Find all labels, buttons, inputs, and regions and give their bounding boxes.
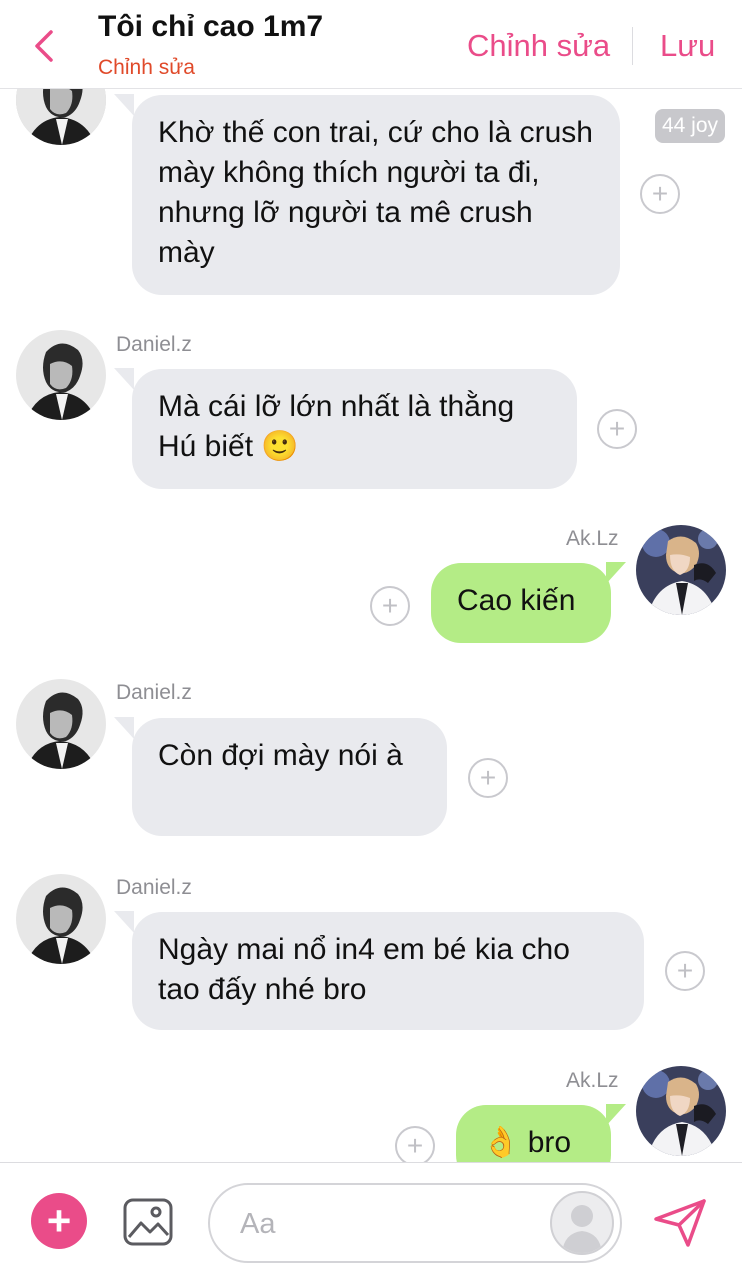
message-text: Ngày mai nổ in4 em bé kia cho tao đấy nh… [158, 933, 570, 1006]
avatar-daniel[interactable] [16, 330, 106, 420]
reaction-badge[interactable]: 44 joy [655, 109, 725, 143]
avatar-aklz[interactable] [636, 1066, 726, 1156]
bubble-tail [606, 562, 626, 584]
sender-name: Daniel.z [116, 681, 192, 704]
chat-header: Tôi chỉ cao 1m7 Chỉnh sửa Chỉnh sửa Lưu [0, 0, 742, 89]
sender-name: Ak.Lz [566, 527, 619, 550]
message-bubble-incoming[interactable]: Khờ thế con trai, cứ cho là crush mày kh… [132, 95, 620, 295]
sender-name: Daniel.z [116, 333, 192, 356]
add-reaction-button[interactable]: + [370, 586, 410, 626]
plus-icon: + [651, 178, 669, 209]
composer-bar: + [0, 1162, 742, 1282]
save-button[interactable]: Lưu [660, 28, 715, 64]
image-icon [123, 1198, 173, 1246]
plus-icon: + [479, 762, 497, 793]
message-text: Mà cái lỡ lớn nhất là thằng Hú biết 🙂 [158, 390, 515, 463]
person-silhouette-icon [562, 1205, 602, 1253]
add-reaction-button[interactable]: + [395, 1126, 435, 1162]
avatar-image [636, 525, 726, 615]
message-list[interactable]: Khờ thế con trai, cứ cho là crush mày kh… [0, 89, 742, 1162]
add-reaction-button[interactable]: + [640, 174, 680, 214]
send-button[interactable] [652, 1197, 708, 1249]
avatar-image [16, 89, 106, 145]
bubble-tail [606, 1104, 626, 1126]
message-text: Khờ thế con trai, cứ cho là crush mày kh… [158, 116, 593, 269]
avatar-aklz[interactable] [636, 525, 726, 615]
header-divider [632, 27, 633, 65]
add-reaction-button[interactable]: + [665, 951, 705, 991]
message-text: Cao kiến [457, 584, 576, 617]
message-bubble-incoming[interactable]: Mà cái lỡ lớn nhất là thằng Hú biết 🙂 [132, 369, 577, 489]
message-text: Còn đợi mày nói à [158, 739, 403, 772]
avatar-daniel[interactable] [16, 679, 106, 769]
avatar-image [16, 330, 106, 420]
plus-icon: + [676, 955, 694, 986]
avatar-daniel[interactable] [16, 89, 106, 145]
plus-icon: + [46, 1197, 72, 1244]
avatar-daniel[interactable] [16, 874, 106, 964]
message-input[interactable] [238, 1203, 542, 1245]
avatar-image [636, 1066, 726, 1156]
chat-title: Tôi chỉ cao 1m7 [98, 10, 324, 43]
bubble-tail [114, 94, 134, 116]
chat-subtitle: Chỉnh sửa [98, 56, 195, 79]
sender-name: Daniel.z [116, 876, 192, 899]
image-button[interactable] [122, 1197, 174, 1247]
edit-button[interactable]: Chỉnh sửa [467, 28, 610, 64]
add-reaction-button[interactable]: + [468, 758, 508, 798]
chevron-left-icon [35, 30, 53, 62]
add-reaction-button[interactable]: + [597, 409, 637, 449]
plus-icon: + [381, 590, 399, 621]
user-avatar-icon[interactable] [550, 1191, 614, 1255]
send-icon [654, 1199, 706, 1247]
message-input-container[interactable] [208, 1183, 622, 1263]
plus-icon: + [406, 1130, 424, 1161]
message-bubble-outgoing[interactable]: 👌 bro [456, 1105, 611, 1162]
message-bubble-incoming[interactable]: Còn đợi mày nói à [132, 718, 447, 836]
avatar-image [16, 679, 106, 769]
bubble-tail [114, 911, 134, 933]
message-bubble-outgoing[interactable]: Cao kiến [431, 563, 611, 643]
add-attachment-button[interactable]: + [31, 1193, 87, 1249]
bubble-tail [114, 717, 134, 739]
message-text: 👌 bro [482, 1126, 572, 1159]
plus-icon: + [608, 413, 626, 444]
sender-name: Ak.Lz [566, 1069, 619, 1092]
bubble-tail [114, 368, 134, 390]
avatar-image [16, 874, 106, 964]
message-bubble-incoming[interactable]: Ngày mai nổ in4 em bé kia cho tao đấy nh… [132, 912, 644, 1030]
back-button[interactable] [26, 26, 62, 66]
